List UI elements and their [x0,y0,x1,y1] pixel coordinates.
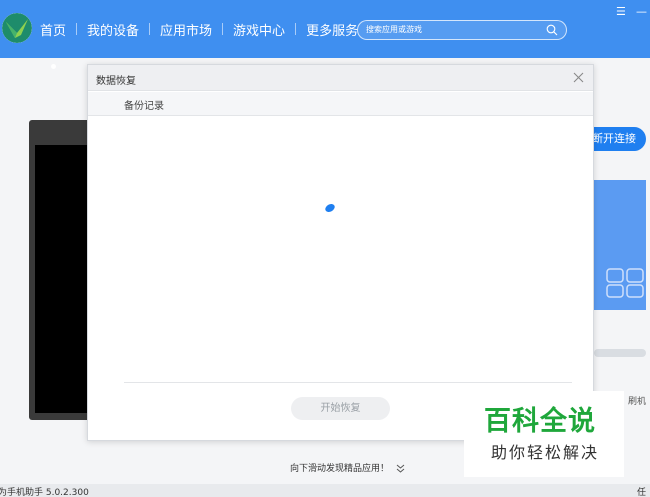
storage-progress-bar [594,349,646,357]
dialog-title: 数据恢复 [96,76,136,87]
backup-records-tab[interactable]: 备份记录 [88,92,593,116]
minimize-icon[interactable]: — [636,6,647,17]
status-bar: 为手机助手 5.0.2.300 任 [0,484,650,497]
watermark-title: 百科全说 [484,406,596,437]
nav-divider [222,23,224,35]
search-input[interactable]: 搜索应用或游戏 [357,20,567,40]
tab-label: 备份记录 [124,101,164,112]
search-placeholder: 搜索应用或游戏 [366,25,422,34]
promo-banner[interactable] [594,180,646,310]
main-nav: 首页 我的设备 应用市场 游戏中心 更多服务 [40,0,358,69]
active-indicator [50,63,56,69]
version-label: 为手机助手 5.0.2.300 [0,488,89,497]
dialog-header: 数据恢复 [88,65,593,91]
nav-divider [295,23,297,35]
nav-divider [149,23,151,35]
search-icon[interactable] [546,24,558,36]
nav-divider [76,23,78,35]
nav-my-devices[interactable]: 我的设备 [87,20,139,39]
scroll-hint[interactable]: 向下滑动发现精品应用！ [290,461,405,474]
double-chevron-down-icon [396,464,405,473]
close-icon[interactable] [573,72,584,83]
dialog-divider [124,382,572,383]
app-logo-icon[interactable] [2,13,32,43]
grid-icon [606,268,644,298]
data-restore-dialog: 数据恢复 备份记录 开始恢复 [87,64,594,441]
start-restore-button[interactable]: 开始恢复 [291,397,390,420]
menu-icon[interactable]: ☰ [616,6,626,17]
nav-app-market[interactable]: 应用市场 [160,20,212,39]
nav-more-services[interactable]: 更多服务 [306,20,358,39]
nav-game-center[interactable]: 游戏中心 [233,20,285,39]
top-bar: 首页 我的设备 应用市场 游戏中心 更多服务 搜索应用或游戏 ☰ — [0,0,650,69]
watermark: 百科全说 助你轻松解决 [464,391,624,477]
nav-home[interactable]: 首页 [40,20,66,69]
task-label[interactable]: 任 [637,485,646,497]
watermark-subtitle: 助你轻松解决 [491,443,600,462]
flash-label[interactable]: 刷机 [628,394,646,407]
loading-spinner-icon [325,204,335,212]
